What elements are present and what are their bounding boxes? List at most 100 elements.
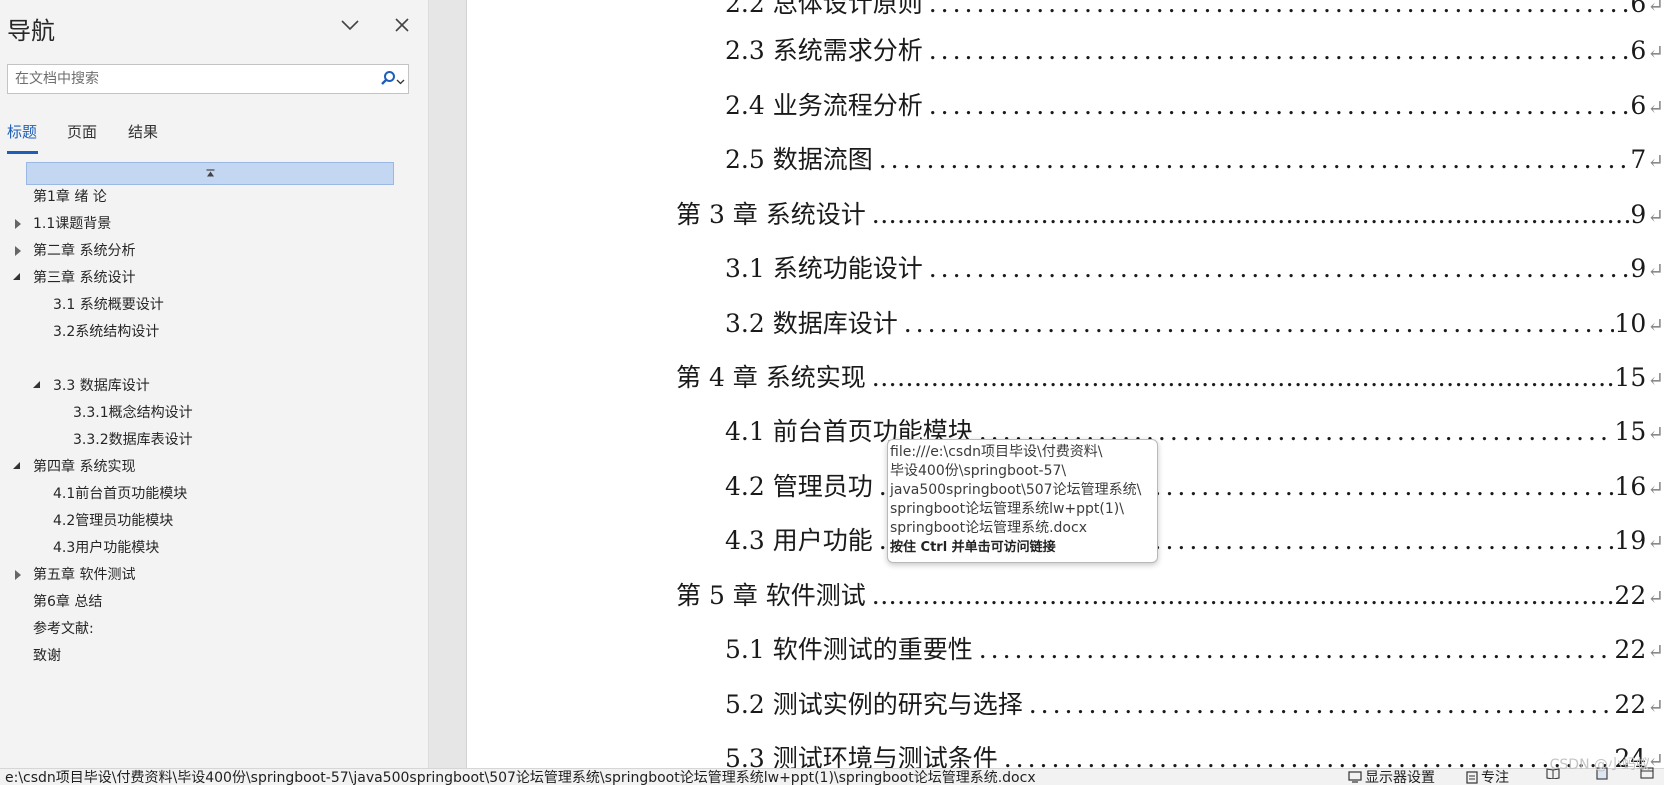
search-input[interactable] — [8, 65, 373, 93]
toc-leader: ........................................… — [903, 309, 1615, 338]
toc-page-number: 6 — [1630, 0, 1647, 18]
toc-entry-title: 第 4 章 系统实现 — [676, 363, 866, 392]
watermark: CSDN @小蚂蚁 — [1549, 757, 1650, 773]
toc-entry[interactable]: 5.2 测试实例的研究与选择..........................… — [725, 685, 1664, 721]
paragraph-mark: ↵ — [1647, 313, 1664, 337]
toc-page-number: 6 — [1630, 91, 1647, 120]
toc-entry-title: 5.1 软件测试的重要性 — [725, 635, 973, 664]
paragraph-mark: ↵ — [1647, 639, 1664, 663]
collapse-arrow-icon[interactable] — [32, 380, 42, 390]
toc-page-number: 15 — [1614, 363, 1647, 392]
nav-heading-item[interactable]: 第6章 总结 — [33, 593, 102, 611]
paragraph-mark: ↵ — [1647, 694, 1664, 718]
paragraph-mark: ↵ — [1647, 0, 1664, 17]
toc-page-number: 10 — [1614, 309, 1647, 338]
toc-page-number: 15 — [1614, 417, 1647, 446]
nav-heading-item[interactable]: 3.1 系统概要设计 — [53, 296, 164, 314]
toc-leader: ........................................… — [1028, 690, 1615, 719]
toc-entry[interactable]: 3.2 数据库设计...............................… — [725, 304, 1664, 340]
paragraph-mark: ↵ — [1647, 149, 1664, 173]
status-bar: e:\csdn项目毕设\付费资料\毕设400份\springboot-57\ja… — [0, 757, 1664, 785]
search-options-button[interactable] — [373, 70, 405, 89]
nav-heading-item[interactable]: 3.2系统结构设计 — [53, 323, 159, 341]
monitor-icon — [1348, 771, 1362, 783]
tooltip-link-line: java500springboot\507论坛管理系统\ — [890, 482, 1142, 498]
close-icon[interactable] — [389, 12, 415, 38]
nav-heading-item[interactable]: 3.3.2数据库表设计 — [73, 431, 193, 449]
collapse-arrow-icon[interactable] — [12, 461, 22, 471]
toc-entry-title: 2.4 业务流程分析 — [725, 91, 923, 120]
paragraph-mark: ↵ — [1647, 95, 1664, 119]
expand-arrow-icon[interactable] — [13, 570, 23, 580]
tab-pages[interactable]: 页面 — [67, 121, 97, 142]
hyperlink-tooltip: file:///e:\csdn项目毕设\付费资料\ 毕设400份\springb… — [887, 439, 1158, 563]
nav-heading-item[interactable]: 4.1前台首页功能模块 — [53, 485, 187, 503]
expand-arrow-icon[interactable] — [13, 219, 23, 229]
nav-heading-item[interactable]: 3.3 数据库设计 — [53, 377, 150, 395]
toc-entry-title: 2.2 总体设计原则 — [725, 0, 923, 18]
tooltip-link-line: file:///e:\csdn项目毕设\付费资料\ — [890, 444, 1103, 460]
nav-heading-item[interactable]: 致谢 — [33, 647, 61, 665]
focus-mode-button[interactable]: 专注 — [1466, 767, 1509, 785]
paragraph-mark: ↵ — [1647, 476, 1664, 500]
search-icon — [380, 70, 396, 90]
nav-heading-item[interactable]: 参考文献: — [33, 620, 94, 638]
paragraph-mark: ↵ — [1647, 204, 1664, 228]
toc-entry[interactable]: 2.5 数据流图................................… — [725, 140, 1664, 176]
toc-entry[interactable]: 2.2 总体设计原则..............................… — [725, 0, 1664, 20]
tab-headings[interactable]: 标题 — [7, 121, 37, 142]
toc-page-number: 9 — [1630, 254, 1647, 283]
nav-heading-item[interactable]: 第三章 系统设计 — [33, 269, 135, 287]
focus-icon — [1466, 770, 1478, 784]
toc-page-number: 22 — [1614, 581, 1647, 610]
paragraph-mark: ↵ — [1647, 585, 1664, 609]
toc-entry-title: 5.2 测试实例的研究与选择 — [725, 690, 1023, 719]
toc-entry[interactable]: 4.3 用户功能................................… — [725, 521, 1664, 557]
toc-page-number: 9 — [1630, 200, 1647, 229]
expand-arrow-icon[interactable] — [13, 246, 23, 256]
toc-entry-title: 2.5 数据流图 — [725, 145, 873, 174]
toc-entry-title: 4.3 用户功能 — [725, 526, 873, 555]
toc-entry[interactable]: 5.1 软件测试的重要性............................… — [725, 630, 1664, 666]
toc-page-number: 19 — [1614, 526, 1647, 555]
paragraph-mark: ↵ — [1647, 40, 1664, 64]
toc-leader: ........................................… — [878, 145, 1631, 174]
nav-heading-item[interactable]: 第四章 系统实现 — [33, 458, 135, 476]
scroll-top-icon — [206, 169, 214, 177]
toc-leader: ........................................… — [871, 200, 1631, 229]
toc-leader: ........................................… — [928, 0, 1631, 18]
nav-heading-item[interactable]: 第1章 绪 论 — [33, 188, 107, 206]
toc-entry[interactable]: 2.4 业务流程分析..............................… — [725, 86, 1664, 122]
toc-leader: ........................................… — [928, 91, 1631, 120]
toc-entry-title: 第 3 章 系统设计 — [676, 200, 866, 229]
scroll-to-top-button[interactable] — [26, 162, 394, 185]
tooltip-link-line: springboot论坛管理系统.docx — [890, 520, 1087, 536]
toc-entry-title: 4.2 管理员功 — [725, 472, 873, 501]
toc-entry-title: 3.2 数据库设计 — [725, 309, 898, 338]
nav-heading-item[interactable]: 3.3.1概念结构设计 — [73, 404, 193, 422]
toc-entry[interactable]: 第 4 章 系统实现..............................… — [676, 358, 1664, 394]
nav-heading-item[interactable]: 4.2管理员功能模块 — [53, 512, 173, 530]
toc-leader: ........................................… — [928, 36, 1631, 65]
focus-label: 专注 — [1481, 770, 1509, 785]
nav-heading-item[interactable]: 第五章 软件测试 — [33, 566, 135, 584]
chevron-down-icon[interactable] — [337, 12, 363, 38]
toc-leader: ........................................… — [928, 254, 1631, 283]
nav-heading-item[interactable]: 1.1课题背景 — [33, 215, 111, 233]
tooltip-link-line: 毕设400份\springboot-57\ — [890, 463, 1067, 479]
toc-entry[interactable]: 3.1 系统功能设计..............................… — [725, 249, 1664, 285]
toc-entry[interactable]: 第 5 章 软件测试..............................… — [676, 576, 1664, 612]
toc-leader: ........................................… — [871, 363, 1615, 392]
toc-entry[interactable]: 4.2 管理员功................................… — [725, 467, 1664, 503]
nav-heading-item[interactable]: 4.3用户功能模块 — [53, 539, 159, 557]
toc-page-number: 7 — [1630, 145, 1647, 174]
nav-heading-item[interactable]: 第二章 系统分析 — [33, 242, 135, 260]
toc-entry[interactable]: 2.3 系统需求分析..............................… — [725, 31, 1664, 67]
toc-entry[interactable]: 5.3 测试环境与测试条件...........................… — [725, 739, 1664, 768]
tab-results[interactable]: 结果 — [128, 121, 158, 142]
collapse-arrow-icon[interactable] — [12, 272, 22, 282]
display-settings-button[interactable]: 显示器设置 — [1348, 767, 1435, 785]
toc-entry[interactable]: 第 3 章 系统设计..............................… — [676, 195, 1664, 231]
toc-entry[interactable]: 4.1 前台首页功能模块............................… — [725, 412, 1664, 448]
pane-divider[interactable] — [429, 0, 467, 768]
